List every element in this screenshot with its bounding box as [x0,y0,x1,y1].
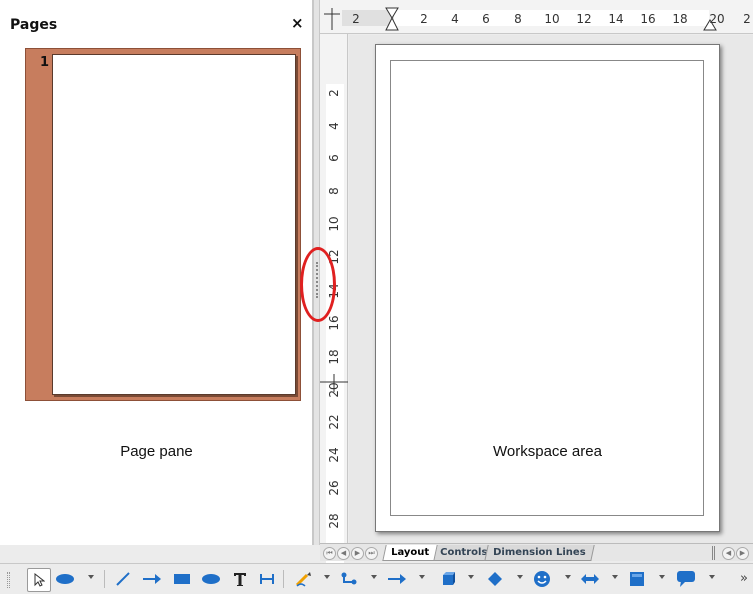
ruler-tick: 24 [327,447,341,463]
prev-tab-button[interactable]: ◀ [337,547,350,560]
text-icon[interactable] [229,568,251,590]
toolbar-overflow-button[interactable]: » [740,571,748,586]
ruler-markers-icon [324,7,717,31]
ruler-tick: 20 [327,382,341,398]
next-tab-button[interactable]: ▶ [351,547,364,560]
ellipse-icon[interactable] [199,568,223,590]
block-arrows-icon[interactable] [577,568,603,590]
first-tab-button[interactable]: ⏮ [323,547,336,560]
ruler-tick: 10 [544,12,560,26]
ruler-tick: 20 [709,12,725,26]
ruler-tick: 18 [672,12,688,26]
symbol-shapes-icon[interactable] [530,568,554,590]
ruler-tick: 18 [327,349,341,365]
ruler-tick: 8 [327,187,341,195]
tab-label: Controls [440,547,488,558]
line-icon[interactable] [112,568,134,590]
connector-icon[interactable] [337,568,361,590]
symbol-shapes-dropdown-icon[interactable] [565,575,571,579]
curve-dropdown-icon[interactable] [324,575,330,579]
scroll-left-button[interactable]: ◀ [722,547,735,560]
scroll-right-button[interactable]: ▶ [736,547,749,560]
ruler-tick: 16 [640,12,656,26]
tab-layout[interactable]: Layout [382,545,438,561]
basic-shapes-icon[interactable] [483,568,507,590]
ruler-tick: 16 [327,315,341,331]
toolbar-separator [283,570,284,588]
last-tab-button[interactable]: ⏭ [365,547,378,560]
page-pane-label: Page pane [120,443,193,460]
page-thumbnail[interactable] [52,54,296,395]
ruler-tick: 2 [420,12,428,26]
block-arrows-dropdown-icon[interactable] [612,575,618,579]
tab-label: Dimension Lines [493,547,586,558]
ruler-tick: 2 [352,12,360,26]
workspace-area-label: Workspace area [493,443,602,460]
ruler-tick: 12 [576,12,592,26]
basic-shapes-dropdown-icon[interactable] [517,575,523,579]
toolbar-grip[interactable] [7,572,10,588]
toolbar-separator [104,570,105,588]
tab-bar-resize-handle[interactable] [712,546,715,560]
dimension-line-icon[interactable] [256,568,278,590]
3d-object-icon[interactable] [435,568,459,590]
ruler-tick: 28 [327,513,341,529]
ruler-tick: 14 [608,12,624,26]
lines-arrows-icon[interactable] [384,568,410,590]
page-thumbnail-number: 1 [40,55,50,70]
ruler-tick: 6 [482,12,490,26]
callout-icon[interactable] [673,568,699,590]
3d-object-dropdown-icon[interactable] [468,575,474,579]
rectangle-icon[interactable] [170,568,194,590]
arrow-line-icon[interactable] [140,568,164,590]
ruler-tick: 22 [327,414,341,430]
splitter-highlight-annotation [300,247,336,322]
layer-tab-bar: ⏮ ◀ ▶ ⏭ Layout Controls Dimension Lines … [320,543,753,561]
ruler-tick: 2 [327,89,341,97]
ellipse-icon[interactable] [53,568,77,590]
curve-icon[interactable] [292,568,316,590]
close-pane-button[interactable]: × [291,14,304,32]
tab-dimension-lines[interactable]: Dimension Lines [484,545,595,561]
ruler-tick: 4 [451,12,459,26]
tab-label: Layout [391,547,430,558]
flowchart-dropdown-icon[interactable] [659,575,665,579]
ruler-tick: 26 [327,480,341,496]
ruler-tick: 2 [743,12,751,26]
flowchart-icon[interactable] [625,568,649,590]
drawing-toolbar: » [0,563,753,594]
ruler-tick: 10 [327,216,341,232]
select-icon[interactable] [27,568,51,592]
pages-pane-title: Pages [10,17,58,33]
horizontal-ruler[interactable]: 2 2 4 6 8 10 12 14 16 18 20 2 [320,0,753,34]
ruler-tick: 8 [514,12,522,26]
ruler-tick: 4 [327,122,341,130]
connector-dropdown-icon[interactable] [371,575,377,579]
ellipse-dropdown-icon[interactable] [88,575,94,579]
callout-dropdown-icon[interactable] [709,575,715,579]
ruler-tick: 6 [327,154,341,162]
lines-arrows-dropdown-icon[interactable] [419,575,425,579]
